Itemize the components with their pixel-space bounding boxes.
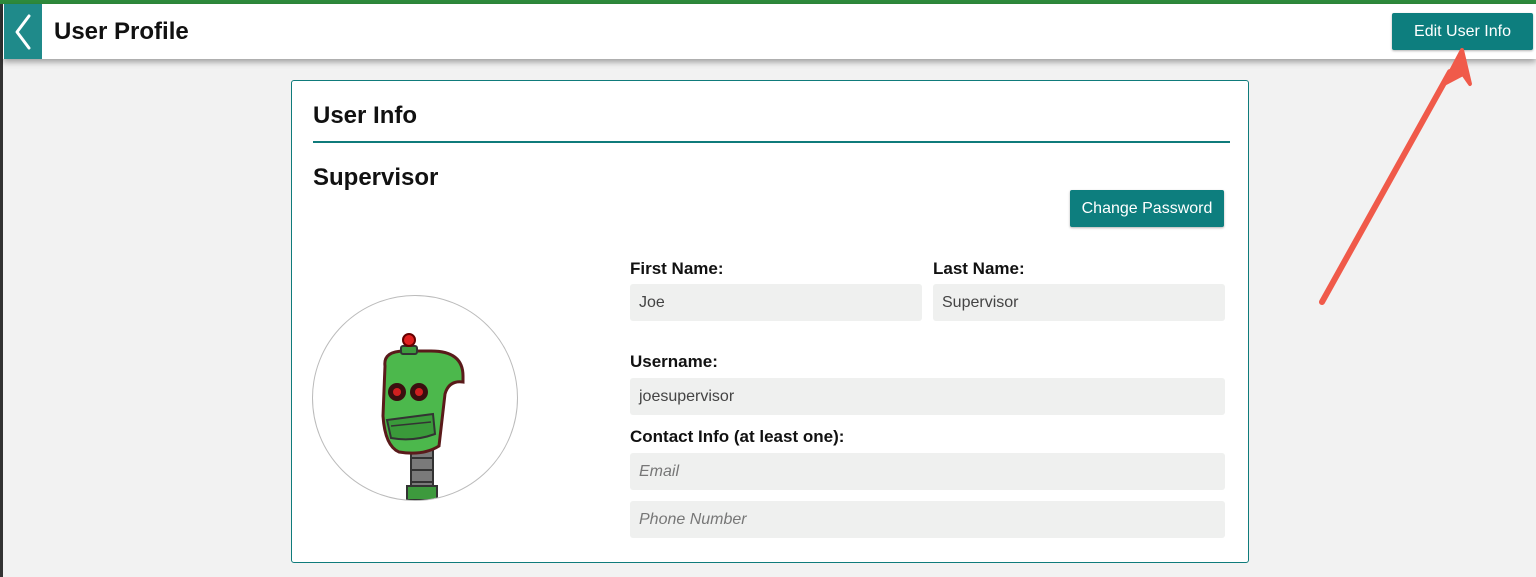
last-name-label: Last Name: xyxy=(933,259,1025,278)
first-name-field[interactable]: Joe xyxy=(630,284,922,321)
change-password-button[interactable]: Change Password xyxy=(1070,190,1224,227)
username-label: Username: xyxy=(630,352,718,371)
window-left-edge xyxy=(0,0,3,577)
last-name-field[interactable]: Supervisor xyxy=(933,284,1225,321)
email-field[interactable]: Email xyxy=(630,453,1225,490)
user-role-heading: Supervisor xyxy=(313,164,439,191)
robot-avatar-icon xyxy=(381,333,465,500)
chevron-left-icon xyxy=(15,14,31,49)
page-title: User Profile xyxy=(54,18,189,45)
edit-user-info-button[interactable]: Edit User Info xyxy=(1392,13,1533,50)
card-divider xyxy=(313,141,1230,143)
contact-info-label: Contact Info (at least one): xyxy=(630,427,845,446)
card-title: User Info xyxy=(313,102,418,129)
header-bar: User Profile Edit User Info xyxy=(3,4,1536,59)
back-button[interactable] xyxy=(4,4,42,59)
username-field[interactable]: joesupervisor xyxy=(630,378,1225,415)
phone-number-field[interactable]: Phone Number xyxy=(630,501,1225,538)
avatar xyxy=(312,295,518,501)
first-name-label: First Name: xyxy=(630,259,724,278)
user-info-card: User Info Supervisor Change Password Fir xyxy=(291,80,1249,563)
